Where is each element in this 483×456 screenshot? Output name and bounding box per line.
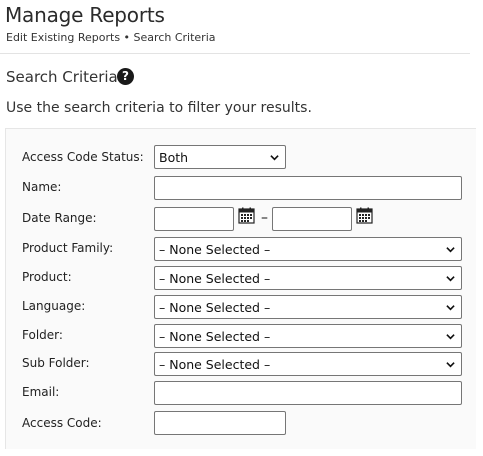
folder-label: Folder: xyxy=(22,328,63,342)
language-label: Language: xyxy=(22,299,86,313)
date-to-input[interactable] xyxy=(272,207,352,231)
chevron-down-icon xyxy=(446,362,455,368)
email-label: Email: xyxy=(22,385,60,399)
product-select[interactable]: – None Selected – xyxy=(154,266,462,290)
divider xyxy=(0,53,470,54)
folder-select[interactable]: – None Selected – xyxy=(154,324,462,348)
language-value: – None Selected – xyxy=(159,300,271,315)
sub-folder-label: Sub Folder: xyxy=(22,356,90,370)
date-range-label: Date Range: xyxy=(22,211,97,225)
email-field[interactable] xyxy=(154,381,462,405)
product-family-value: – None Selected – xyxy=(159,242,271,257)
access-code-input[interactable] xyxy=(154,411,286,435)
help-icon[interactable]: ? xyxy=(117,68,134,85)
chevron-down-icon xyxy=(270,155,279,161)
product-family-select[interactable]: – None Selected – xyxy=(154,237,462,261)
name-input[interactable] xyxy=(154,176,462,200)
section-title: Search Criteria xyxy=(6,68,118,86)
sub-folder-select[interactable]: – None Selected – xyxy=(154,352,462,376)
chevron-down-icon xyxy=(446,276,455,282)
name-label: Name: xyxy=(22,180,62,194)
access-code-status-select[interactable]: Both xyxy=(154,145,286,169)
date-from-input[interactable] xyxy=(154,207,234,231)
access-code-status-label: Access Code Status: xyxy=(22,150,144,164)
product-family-label: Product Family: xyxy=(22,241,114,255)
page-title: Manage Reports xyxy=(5,3,165,27)
language-select[interactable]: – None Selected – xyxy=(154,295,462,319)
date-range-separator: – xyxy=(261,210,268,226)
folder-value: – None Selected – xyxy=(159,329,271,344)
product-label: Product: xyxy=(22,270,72,284)
product-value: – None Selected – xyxy=(159,271,271,286)
access-code-label: Access Code: xyxy=(22,416,102,430)
access-code-status-value: Both xyxy=(159,150,189,165)
chevron-down-icon xyxy=(446,334,455,340)
chevron-down-icon xyxy=(446,247,455,253)
sub-folder-value: – None Selected – xyxy=(159,357,271,372)
section-description: Use the search criteria to filter your r… xyxy=(6,100,312,116)
calendar-icon[interactable] xyxy=(238,207,255,224)
chevron-down-icon xyxy=(446,305,455,311)
breadcrumb: Edit Existing Reports • Search Criteria xyxy=(6,31,216,44)
calendar-icon[interactable] xyxy=(356,207,373,224)
